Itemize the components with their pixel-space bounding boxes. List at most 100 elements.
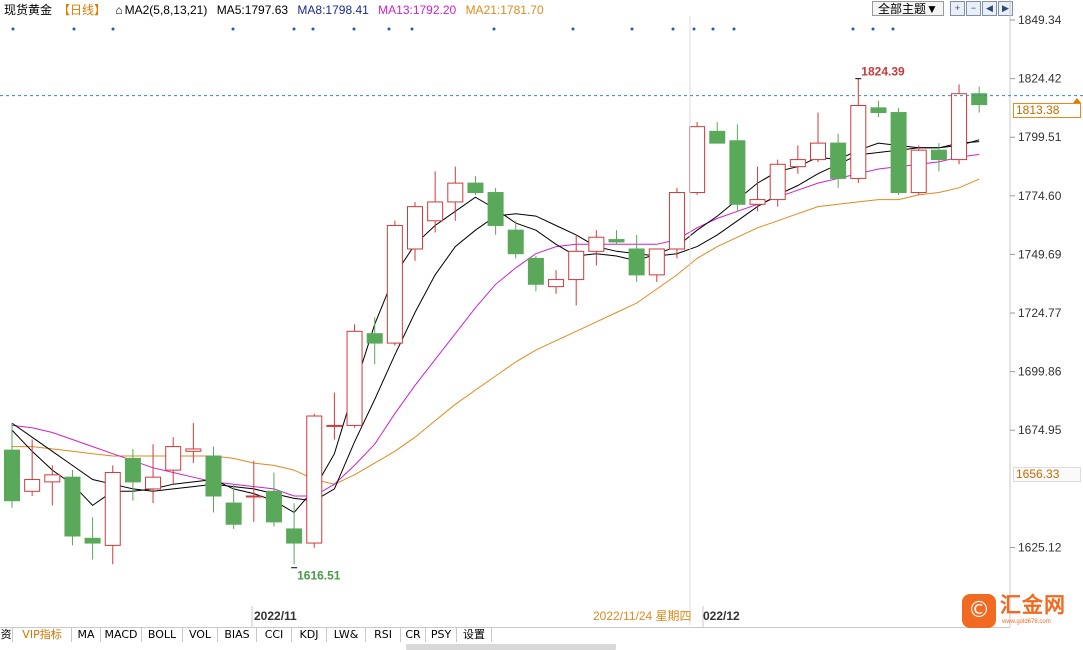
candle[interactable] <box>205 446 222 513</box>
tab-settings[interactable]: 设置 <box>457 627 492 642</box>
candle[interactable] <box>145 444 162 504</box>
month-label-dec: 022/12 <box>703 609 740 623</box>
event-marker[interactable] <box>311 27 315 31</box>
candle-body <box>810 142 826 161</box>
event-marker[interactable] <box>571 27 575 31</box>
tab-lw[interactable]: LW& <box>327 627 366 642</box>
candle-body <box>205 455 222 497</box>
candle[interactable] <box>971 86 988 113</box>
candle-body <box>668 192 685 250</box>
candle[interactable] <box>910 145 927 195</box>
candle[interactable] <box>467 176 484 195</box>
candle[interactable] <box>850 78 867 184</box>
candle[interactable] <box>24 439 41 496</box>
candle-body <box>709 130 726 144</box>
event-marker[interactable] <box>891 27 895 31</box>
logo-url: www.gold678.com <box>1002 619 1051 625</box>
tab-psy[interactable]: PSY <box>426 627 457 642</box>
tab-bias[interactable]: BIAS <box>218 627 257 642</box>
candle-body <box>548 279 565 288</box>
candle[interactable] <box>769 159 786 207</box>
tab-boll[interactable]: BOLL <box>142 627 183 642</box>
candle-body <box>366 333 383 344</box>
event-marker[interactable] <box>387 27 391 31</box>
candle[interactable] <box>789 145 806 174</box>
gold678-logo: © 汇金网 www.gold678.com <box>962 594 1082 630</box>
candle[interactable] <box>709 121 726 144</box>
horizontal-scrollbar[interactable] <box>406 644 616 650</box>
candle[interactable] <box>386 220 403 346</box>
low-price-label: 1616.51 <box>297 569 341 583</box>
event-marker[interactable] <box>630 27 634 31</box>
candle[interactable] <box>749 166 766 212</box>
candle[interactable] <box>568 234 585 306</box>
event-marker[interactable] <box>292 27 296 31</box>
candle[interactable] <box>689 121 706 195</box>
candle-body <box>84 537 101 544</box>
tab-cci[interactable]: CCI <box>257 627 292 642</box>
tab-rsi[interactable]: RSI <box>366 627 401 642</box>
event-marker[interactable] <box>692 27 696 31</box>
candle[interactable] <box>588 230 605 266</box>
event-marker[interactable] <box>11 27 15 31</box>
candle-body <box>930 149 947 161</box>
event-marker[interactable] <box>111 27 115 31</box>
candle[interactable] <box>245 460 262 522</box>
candle[interactable] <box>608 230 625 245</box>
candle-body <box>789 159 806 168</box>
candle[interactable] <box>84 517 101 560</box>
event-marker[interactable] <box>410 27 414 31</box>
candle[interactable] <box>44 465 61 506</box>
event-marker[interactable] <box>851 27 855 31</box>
event-marker[interactable] <box>671 27 675 31</box>
candle[interactable] <box>225 484 242 529</box>
tab-first[interactable]: 资 <box>0 627 13 642</box>
candle[interactable] <box>668 187 685 259</box>
candle[interactable] <box>628 234 645 282</box>
candle-body <box>769 163 786 201</box>
candle[interactable] <box>890 107 907 195</box>
candle[interactable] <box>185 423 202 464</box>
candle-body <box>165 446 182 471</box>
tab-macd[interactable]: MACD <box>101 627 142 642</box>
candle[interactable] <box>346 324 363 428</box>
candle[interactable] <box>810 112 826 162</box>
candle[interactable] <box>366 317 383 365</box>
event-marker[interactable] <box>871 27 875 31</box>
candle[interactable] <box>64 470 81 546</box>
candle-body <box>689 126 706 194</box>
tab-cr[interactable]: CR <box>401 627 426 642</box>
tab-kdj[interactable]: KDJ <box>292 627 327 642</box>
candle-body <box>951 93 968 161</box>
tab-vip[interactable]: VIP指标 <box>13 627 72 642</box>
event-marker[interactable] <box>492 27 496 31</box>
candle[interactable] <box>447 166 464 221</box>
event-marker[interactable] <box>352 27 356 31</box>
candle[interactable] <box>286 503 303 565</box>
candle[interactable] <box>427 171 444 233</box>
y-tick-label: 1625.12 <box>1018 540 1062 554</box>
candle[interactable] <box>124 448 141 501</box>
candle[interactable] <box>507 220 524 259</box>
candle[interactable] <box>104 465 121 565</box>
candle[interactable] <box>729 124 746 212</box>
event-marker[interactable] <box>711 27 715 31</box>
candle[interactable] <box>165 437 182 485</box>
candle[interactable] <box>951 84 968 165</box>
candle[interactable] <box>648 248 665 282</box>
candle-body <box>507 229 524 255</box>
candlestick-chart[interactable]: 1849.34 1824.42 1799.51 1774.60 1749.69 1724.… <box>0 0 1083 650</box>
event-marker[interactable] <box>732 27 736 31</box>
candle[interactable] <box>548 270 565 294</box>
tab-vol[interactable]: VOL <box>183 627 218 642</box>
candle[interactable] <box>326 392 343 440</box>
candle[interactable] <box>306 413 323 548</box>
candle[interactable] <box>487 187 504 235</box>
candle[interactable] <box>527 256 544 292</box>
candle[interactable] <box>870 100 887 118</box>
tab-ma[interactable]: MA <box>72 627 101 642</box>
candle[interactable] <box>265 472 282 527</box>
candle-body <box>64 476 81 537</box>
event-marker[interactable] <box>231 27 235 31</box>
event-marker[interactable] <box>72 27 76 31</box>
